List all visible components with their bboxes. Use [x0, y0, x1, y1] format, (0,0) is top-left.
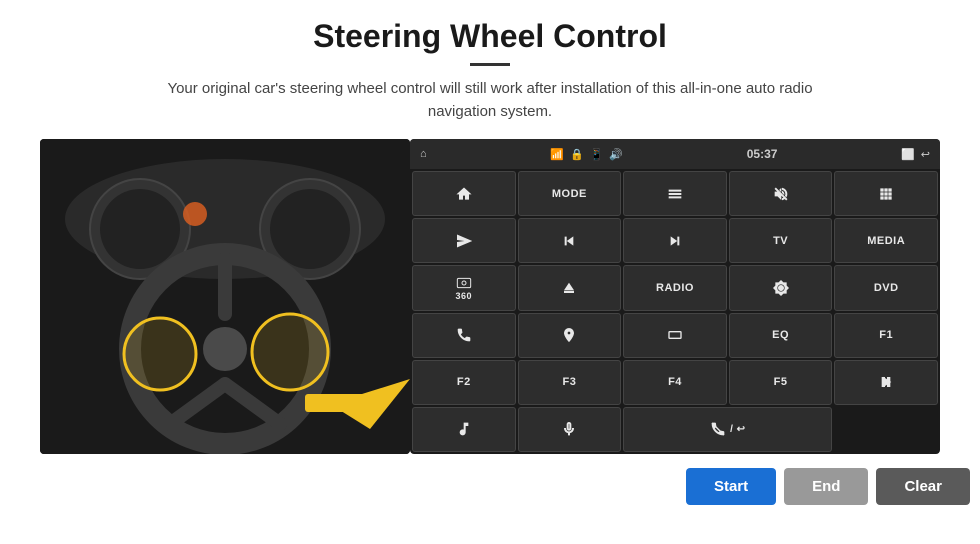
- status-time: 05:37: [747, 147, 778, 161]
- btn-nav[interactable]: [518, 313, 622, 358]
- bottom-bar: Start End Clear: [0, 458, 980, 505]
- btn-next[interactable]: [623, 218, 727, 263]
- page-title: Steering Wheel Control: [313, 18, 667, 55]
- steering-wheel-image: [40, 139, 410, 454]
- start-button[interactable]: Start: [686, 468, 776, 505]
- panel-grid: MODE TV: [410, 169, 940, 454]
- btn-brightness[interactable]: [729, 265, 833, 310]
- btn-menu[interactable]: [623, 171, 727, 216]
- btn-dvd[interactable]: DVD: [834, 265, 938, 310]
- btn-mode[interactable]: MODE: [518, 171, 622, 216]
- btn-mute[interactable]: [729, 171, 833, 216]
- btn-360[interactable]: 360: [412, 265, 516, 310]
- btn-home[interactable]: [412, 171, 516, 216]
- control-panel: ⌂ 📶 🔒 📱 🔊 05:37 ⬜ ↩ MODE: [410, 139, 940, 454]
- btn-radio[interactable]: RADIO: [623, 265, 727, 310]
- btn-send[interactable]: [412, 218, 516, 263]
- btn-rect[interactable]: [623, 313, 727, 358]
- btn-f2[interactable]: F2: [412, 360, 516, 405]
- btn-phone[interactable]: [412, 313, 516, 358]
- lock-icon: 🔒: [570, 148, 584, 161]
- 360-label: 360: [456, 291, 473, 301]
- btn-eq[interactable]: EQ: [729, 313, 833, 358]
- cast-icon: ⬜: [901, 148, 915, 161]
- bt-icon: 🔊: [609, 148, 623, 161]
- page-container: Steering Wheel Control Your original car…: [0, 0, 980, 544]
- btn-eject[interactable]: [518, 265, 622, 310]
- btn-apps[interactable]: [834, 171, 938, 216]
- btn-music[interactable]: [412, 407, 516, 452]
- btn-prev[interactable]: [518, 218, 622, 263]
- wifi-icon: 📶: [550, 148, 564, 161]
- status-right-icons: ⬜ ↩: [901, 148, 930, 161]
- btn-f4[interactable]: F4: [623, 360, 727, 405]
- sim-icon: 📱: [590, 148, 604, 161]
- page-subtitle: Your original car's steering wheel contr…: [140, 78, 840, 123]
- btn-call-end[interactable]: / ↩: [623, 407, 832, 452]
- btn-f3[interactable]: F3: [518, 360, 622, 405]
- btn-media[interactable]: MEDIA: [834, 218, 938, 263]
- btn-playpause[interactable]: [834, 360, 938, 405]
- panel-status-bar: ⌂ 📶 🔒 📱 🔊 05:37 ⬜ ↩: [410, 139, 940, 169]
- back-icon: ↩: [921, 148, 930, 161]
- btn-f1[interactable]: F1: [834, 313, 938, 358]
- btn-f5[interactable]: F5: [729, 360, 833, 405]
- status-home-icon: ⌂: [420, 148, 427, 160]
- end-button[interactable]: End: [784, 468, 868, 505]
- btn-mic[interactable]: [518, 407, 622, 452]
- btn-tv[interactable]: TV: [729, 218, 833, 263]
- content-row: ⌂ 📶 🔒 📱 🔊 05:37 ⬜ ↩ MODE: [40, 139, 940, 454]
- btn-empty: [834, 407, 938, 452]
- title-divider: [470, 63, 510, 66]
- clear-button[interactable]: Clear: [876, 468, 970, 505]
- status-icons: 📶 🔒 📱 🔊: [550, 148, 623, 161]
